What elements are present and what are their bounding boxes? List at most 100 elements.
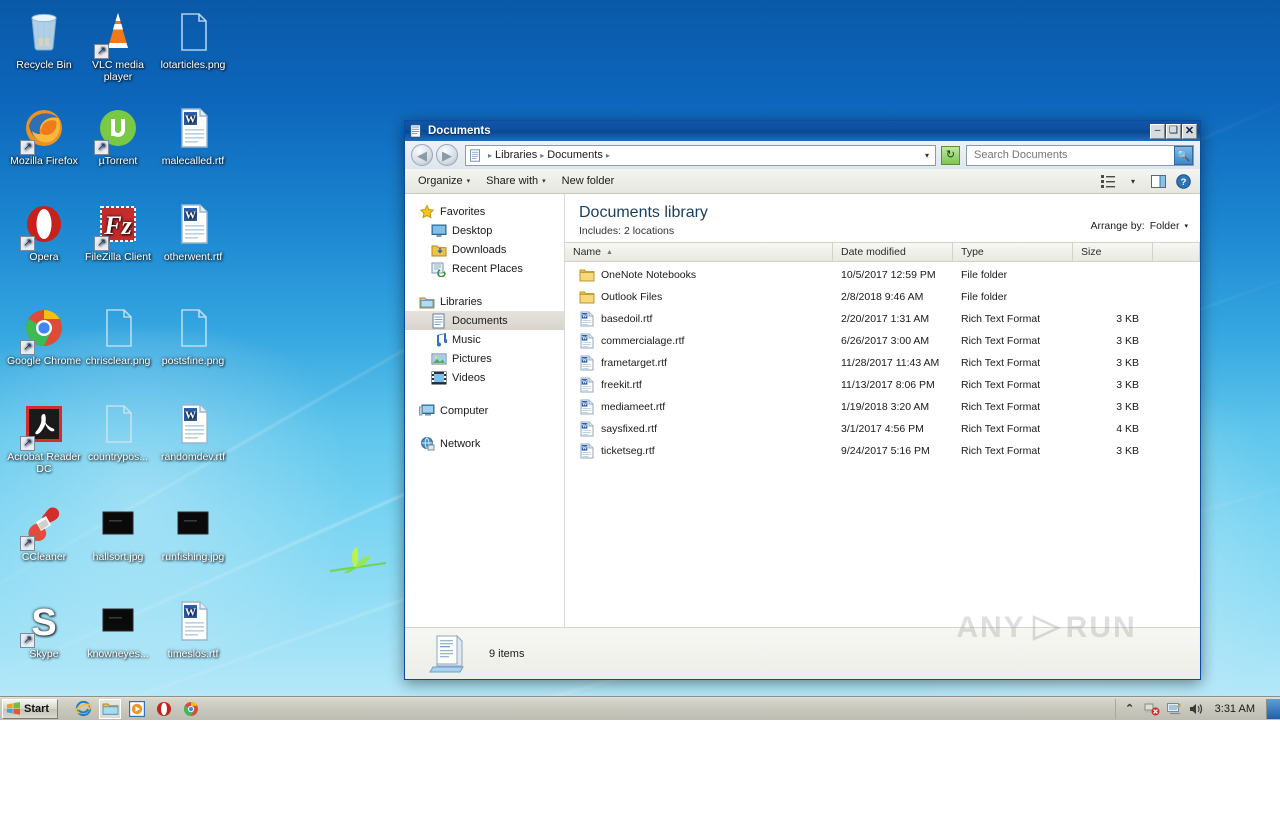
change-view-icon[interactable] (1097, 171, 1119, 191)
breadcrumb-libraries[interactable]: Libraries (495, 149, 537, 161)
desktop-icon-chrisclear-png[interactable]: chrisclear.png (80, 304, 156, 367)
file-name-cell[interactable]: Outlook Files (565, 289, 833, 305)
file-name-cell[interactable]: Wsaysfixed.rtf (565, 421, 833, 437)
file-name-cell[interactable]: OneNote Notebooks (565, 267, 833, 283)
column-header-name[interactable]: Name ▲ (565, 243, 833, 261)
internet-explorer-icon[interactable] (72, 699, 94, 719)
start-button[interactable]: Start (2, 698, 59, 719)
window-titlebar[interactable]: Documents – ❑ ✕ (405, 121, 1200, 141)
opera-icon[interactable] (153, 699, 175, 719)
column-header-spacer[interactable] (1153, 243, 1200, 261)
refresh-button[interactable]: ↻ (941, 145, 960, 165)
desktop-icon-mozilla-firefox[interactable]: ↗ Mozilla Firefox (6, 104, 82, 167)
network-error-icon[interactable] (1144, 701, 1160, 717)
table-row[interactable]: Wframetarget.rtf 11/28/2017 11:43 AM Rich … (565, 352, 1200, 374)
share-with-button[interactable]: Share with ▾ (479, 171, 553, 192)
svg-text:W: W (582, 402, 588, 408)
sidebar-item-music[interactable]: Music (405, 330, 564, 349)
desktop-icon-google-chrome[interactable]: ↗ Google Chrome (6, 304, 82, 367)
chrome-icon[interactable] (180, 699, 202, 719)
organize-button[interactable]: Organize ▾ (411, 171, 477, 192)
address-bar[interactable]: ▸ Libraries ▸ Documents ▸ ▾ (465, 144, 936, 166)
preview-pane-icon[interactable] (1147, 171, 1169, 191)
desktop-icon-recycle-bin[interactable]: Recycle Bin (6, 8, 82, 71)
search-icon[interactable]: 🔍 (1174, 145, 1193, 165)
close-button[interactable]: ✕ (1182, 123, 1197, 139)
file-name-cell[interactable]: Wbasedoil.rtf (565, 311, 833, 327)
sidebar-item-favorites[interactable]: Favorites (405, 202, 564, 221)
new-folder-button[interactable]: New folder (555, 171, 622, 192)
chevron-down-icon[interactable]: ▾ (1122, 171, 1144, 191)
arrange-by-value[interactable]: Folder (1150, 220, 1180, 232)
sidebar-item-documents[interactable]: Documents (405, 311, 564, 330)
windows-explorer-icon[interactable] (99, 698, 122, 719)
desktop-icon-countrypos[interactable]: countrypos... (80, 400, 156, 463)
maximize-button[interactable]: ❑ (1166, 123, 1181, 139)
sidebar-item-pictures[interactable]: Pictures (405, 349, 564, 368)
desktop-icon-ccleaner[interactable]: ↗ CCleaner (6, 500, 82, 563)
column-header-type[interactable]: Type (953, 243, 1073, 261)
desktop-icon-hallsort-jpg[interactable]: hallsort.jpg (80, 500, 156, 563)
desktop-icon-postsfine-png[interactable]: postsfine.png (155, 304, 231, 367)
sidebar-item-downloads[interactable]: Downloads (405, 240, 564, 259)
sidebar-item-videos[interactable]: Videos (405, 368, 564, 387)
file-name-cell[interactable]: Wcommercialage.rtf (565, 333, 833, 349)
navigation-pane[interactable]: Favorites Desktop Downloads Recent Places Li… (405, 194, 565, 627)
breadcrumb-documents[interactable]: Documents (547, 149, 603, 161)
column-header-date-modified[interactable]: Date modified (833, 243, 953, 261)
sidebar-item-recent-places[interactable]: Recent Places (405, 259, 564, 278)
desktop-icon-randomdev-rtf[interactable]: Wrandomdev.rtf (155, 400, 231, 463)
forward-button[interactable]: ▶ (436, 144, 458, 166)
desktop-icon-filezilla-client[interactable]: Fz ↗ FileZilla Client (80, 200, 156, 263)
chevron-down-icon[interactable]: ▾ (1184, 222, 1188, 230)
breadcrumb-separator[interactable]: ▸ (540, 151, 544, 160)
column-header-size[interactable]: Size (1073, 243, 1153, 261)
sidebar-item-network[interactable]: Network (405, 434, 564, 453)
show-hidden-icons-button[interactable]: ⌃ (1122, 701, 1138, 717)
desktop-icon-timeslos-rtf[interactable]: Wtimeslos.rtf (155, 597, 231, 660)
table-row[interactable]: Wticketseg.rtf 9/24/2017 5:16 PM Rich Text… (565, 440, 1200, 462)
show-desktop-button[interactable] (1266, 698, 1280, 719)
desktop-icon-skype[interactable]: S ↗ Skype (6, 597, 82, 660)
desktop-icon-opera[interactable]: ↗ Opera (6, 200, 82, 263)
minimize-button[interactable]: – (1150, 123, 1165, 139)
table-row[interactable]: Outlook Files 2/8/2018 9:46 AM File folder (565, 286, 1200, 308)
search-input[interactable] (972, 148, 1174, 162)
desktop-icon-acrobat-reader-dc[interactable]: ↗ Acrobat Reader DC (6, 400, 82, 475)
table-row[interactable]: Wsaysfixed.rtf 3/1/2017 4:56 PM Rich Text … (565, 418, 1200, 440)
sidebar-item-desktop[interactable]: Desktop (405, 221, 564, 240)
file-name-cell[interactable]: Wticketseg.rtf (565, 443, 833, 459)
breadcrumb-separator[interactable]: ▸ (606, 151, 610, 160)
table-row[interactable]: Wbasedoil.rtf 2/20/2017 1:31 AM Rich Text … (565, 308, 1200, 330)
table-row[interactable]: Wfreekit.rtf 11/13/2017 8:06 PM Rich Text … (565, 374, 1200, 396)
desktop-icon-lotarticles-png[interactable]: lotarticles.png (155, 8, 231, 71)
table-row[interactable]: OneNote Notebooks 10/5/2017 12:59 PM File … (565, 264, 1200, 286)
shortcut-overlay-icon: ↗ (20, 436, 35, 451)
breadcrumb-separator[interactable]: ▸ (488, 151, 492, 160)
desktop-icon-otherwent-rtf[interactable]: Wotherwent.rtf (155, 200, 231, 263)
sidebar-item-libraries[interactable]: Libraries (405, 292, 564, 311)
action-center-icon[interactable] (1166, 701, 1182, 717)
address-history-dropdown[interactable]: ▾ (921, 151, 933, 160)
desktop-icon-vlc-media-player[interactable]: ↗ VLC media player (80, 8, 156, 83)
arrange-by-control[interactable]: Arrange by: Folder ▾ (1090, 204, 1188, 232)
file-list[interactable]: OneNote Notebooks 10/5/2017 12:59 PM File … (565, 262, 1200, 627)
explorer-window[interactable]: Documents – ❑ ✕ ◀ ▶ ▸ Libraries ▸ Docume… (404, 120, 1201, 680)
table-row[interactable]: Wcommercialage.rtf 6/26/2017 3:00 AM Rich … (565, 330, 1200, 352)
clock[interactable]: 3:31 AM (1210, 703, 1260, 715)
help-icon[interactable]: ? (1172, 171, 1194, 191)
volume-icon[interactable] (1188, 701, 1204, 717)
svg-text:W: W (582, 314, 588, 320)
back-button[interactable]: ◀ (411, 144, 433, 166)
desktop-icon-torrent[interactable]: ↗ µTorrent (80, 104, 156, 167)
media-player-icon[interactable] (126, 699, 148, 719)
desktop-icon-knowneyes[interactable]: knowneyes... (80, 597, 156, 660)
file-name-cell[interactable]: Wframetarget.rtf (565, 355, 833, 371)
search-box[interactable]: 🔍 (966, 144, 1194, 166)
file-name-cell[interactable]: Wmediameet.rtf (565, 399, 833, 415)
file-name-cell[interactable]: Wfreekit.rtf (565, 377, 833, 393)
desktop-icon-runfishing-jpg[interactable]: runfishing.jpg (155, 500, 231, 563)
table-row[interactable]: Wmediameet.rtf 1/19/2018 3:20 AM Rich Text… (565, 396, 1200, 418)
sidebar-item-computer[interactable]: Computer (405, 401, 564, 420)
desktop-icon-malecalled-rtf[interactable]: Wmalecalled.rtf (155, 104, 231, 167)
